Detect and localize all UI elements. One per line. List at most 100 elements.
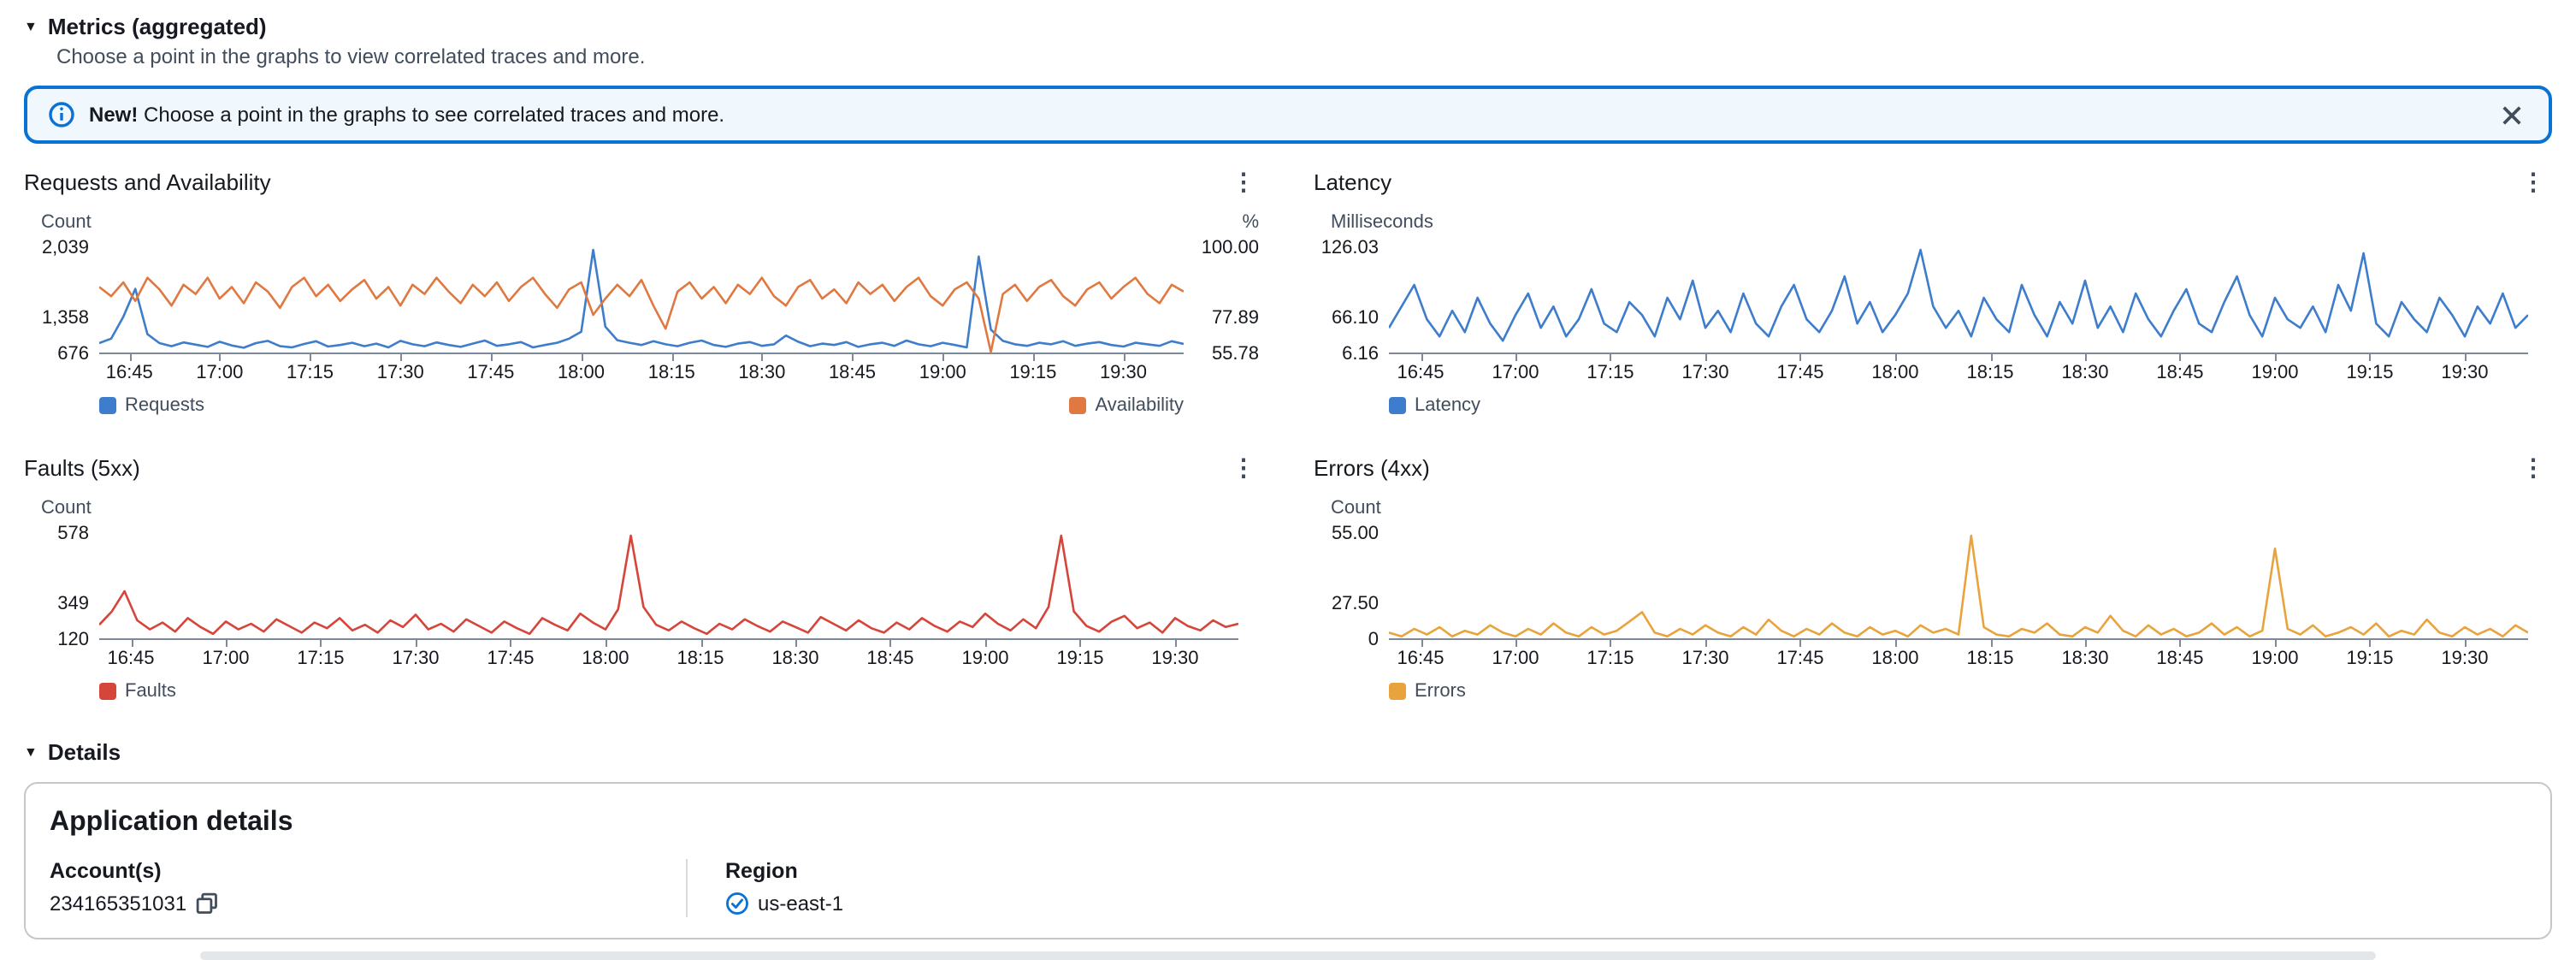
legend-label: Requests <box>125 394 204 415</box>
copy-icon <box>195 892 219 916</box>
y-axis-left: 2,039 1,358 676 <box>24 248 99 387</box>
y-tick: 27.50 <box>1332 593 1379 613</box>
x-axis-label: 18:00 <box>558 363 605 383</box>
errors-chart[interactable] <box>1389 534 2528 640</box>
legend-item-requests[interactable]: Requests <box>99 394 204 415</box>
x-axis-label: 18:30 <box>2061 363 2108 383</box>
x-tick-mark <box>129 354 131 361</box>
application-details-card: Application details Account(s) 234165351… <box>24 782 2552 939</box>
latency-chart[interactable] <box>1389 248 2528 354</box>
y-tick: 2,039 <box>42 238 89 258</box>
collapse-caret-icon: ▼ <box>24 20 38 33</box>
x-tick-mark <box>2085 640 2087 647</box>
x-tick-mark <box>606 640 607 647</box>
chart-title: Errors (4xx) <box>1314 454 1430 480</box>
x-tick-mark <box>416 640 417 647</box>
chart-title: Requests and Availability <box>24 169 271 194</box>
x-tick-mark <box>581 354 582 361</box>
details-section-title: Details <box>48 739 121 765</box>
x-tick-mark <box>2465 354 2467 361</box>
x-axis-label: 19:30 <box>1100 363 1147 383</box>
requests-availability-chart[interactable] <box>99 248 1184 354</box>
x-axis: 16:4517:0017:1517:3017:4518:0018:1518:30… <box>1389 640 2528 673</box>
x-axis-label: 17:00 <box>1492 363 1539 383</box>
region-check-circle-icon <box>725 892 749 916</box>
x-axis-label: 17:00 <box>1492 649 1539 669</box>
x-axis-label: 18:30 <box>738 363 785 383</box>
x-tick-mark <box>1610 354 1612 361</box>
latency-swatch-icon <box>1389 396 1406 413</box>
x-axis-label: 17:30 <box>392 649 439 669</box>
x-tick-mark <box>1895 354 1897 361</box>
details-section-expander[interactable]: ▼ Details <box>24 739 2552 765</box>
x-axis-label: 18:45 <box>2156 363 2203 383</box>
y-tick: 126.03 <box>1321 238 1379 258</box>
legend-label: Availability <box>1095 394 1184 415</box>
x-tick-mark <box>1800 354 1802 361</box>
x-axis-label: 18:15 <box>1966 649 2013 669</box>
chart-menu-button[interactable]: ⋮ <box>2514 169 2552 193</box>
horizontal-scrollbar[interactable] <box>201 951 2375 960</box>
chart-menu-button[interactable]: ⋮ <box>1225 169 1262 193</box>
chart-panel-errors: Errors (4xx) ⋮ Count 55.00 27.50 0 16:45… <box>1314 453 2552 702</box>
x-axis-label: 19:00 <box>2251 649 2298 669</box>
metrics-page: ▼ Metrics (aggregated) Choose a point in… <box>0 0 2576 946</box>
x-tick-mark <box>2370 640 2372 647</box>
x-axis-label: 18:45 <box>2156 649 2203 669</box>
x-tick-mark <box>2180 354 2182 361</box>
x-tick-mark <box>700 640 702 647</box>
copy-account-button[interactable] <box>195 892 219 916</box>
x-tick-mark <box>1515 640 1517 647</box>
x-axis-label: 17:15 <box>297 649 344 669</box>
x-axis-label: 18:00 <box>582 649 629 669</box>
chart-menu-button[interactable]: ⋮ <box>2514 455 2552 479</box>
x-tick-mark <box>1515 354 1517 361</box>
faults-chart[interactable] <box>99 534 1238 640</box>
x-tick-mark <box>491 354 493 361</box>
banner-close-button[interactable] <box>2496 98 2528 131</box>
x-axis-label: 18:30 <box>2061 649 2108 669</box>
metrics-section-expander[interactable]: ▼ Metrics (aggregated) <box>24 14 2552 39</box>
x-axis-label: 17:45 <box>487 649 534 669</box>
x-axis-label: 19:15 <box>1056 649 1103 669</box>
y-axis-unit-right: % <box>1242 212 1259 234</box>
chart-legend: Latency <box>1389 394 2552 416</box>
chart-legend: Faults <box>99 679 1262 702</box>
x-tick-mark <box>1705 354 1707 361</box>
x-tick-mark <box>220 354 222 361</box>
x-tick-mark <box>1990 354 1992 361</box>
y-tick: 349 <box>57 593 89 613</box>
x-axis-label: 19:15 <box>2346 363 2393 383</box>
chart-menu-button[interactable]: ⋮ <box>1225 455 1262 479</box>
x-tick-mark <box>400 354 402 361</box>
x-axis-label: 18:45 <box>829 363 876 383</box>
x-tick-mark <box>1895 640 1897 647</box>
x-axis-label: 19:15 <box>2346 649 2393 669</box>
x-tick-mark <box>2275 640 2277 647</box>
metrics-section-title: Metrics (aggregated) <box>48 14 267 39</box>
legend-label: Faults <box>125 680 176 701</box>
x-axis-label: 19:15 <box>1009 363 1056 383</box>
legend-item-faults[interactable]: Faults <box>99 680 176 701</box>
y-tick: 1,358 <box>42 307 89 328</box>
legend-item-errors[interactable]: Errors <box>1389 680 1466 701</box>
y-tick: 676 <box>57 344 89 364</box>
x-axis-label: 17:15 <box>1586 649 1634 669</box>
x-tick-mark <box>1123 354 1125 361</box>
legend-item-latency[interactable]: Latency <box>1389 394 1480 415</box>
availability-swatch-icon <box>1069 396 1086 413</box>
metrics-section-subtitle: Choose a point in the graphs to view cor… <box>56 44 2552 68</box>
x-tick-mark <box>985 640 987 647</box>
banner-message: Choose a point in the graphs to see corr… <box>144 103 724 127</box>
x-tick-mark <box>1080 640 1082 647</box>
x-axis-label: 19:00 <box>961 649 1008 669</box>
banner-badge: New! <box>89 103 138 127</box>
x-axis-label: 17:45 <box>1776 363 1823 383</box>
legend-item-availability[interactable]: Availability <box>1069 394 1184 415</box>
x-axis-label: 17:15 <box>1586 363 1634 383</box>
region-label: Region <box>725 859 2526 885</box>
x-axis-label: 18:00 <box>1871 363 1918 383</box>
x-tick-mark <box>2465 640 2467 647</box>
y-tick: 77.89 <box>1212 307 1259 328</box>
y-axis-unit-left: Count <box>41 212 92 234</box>
